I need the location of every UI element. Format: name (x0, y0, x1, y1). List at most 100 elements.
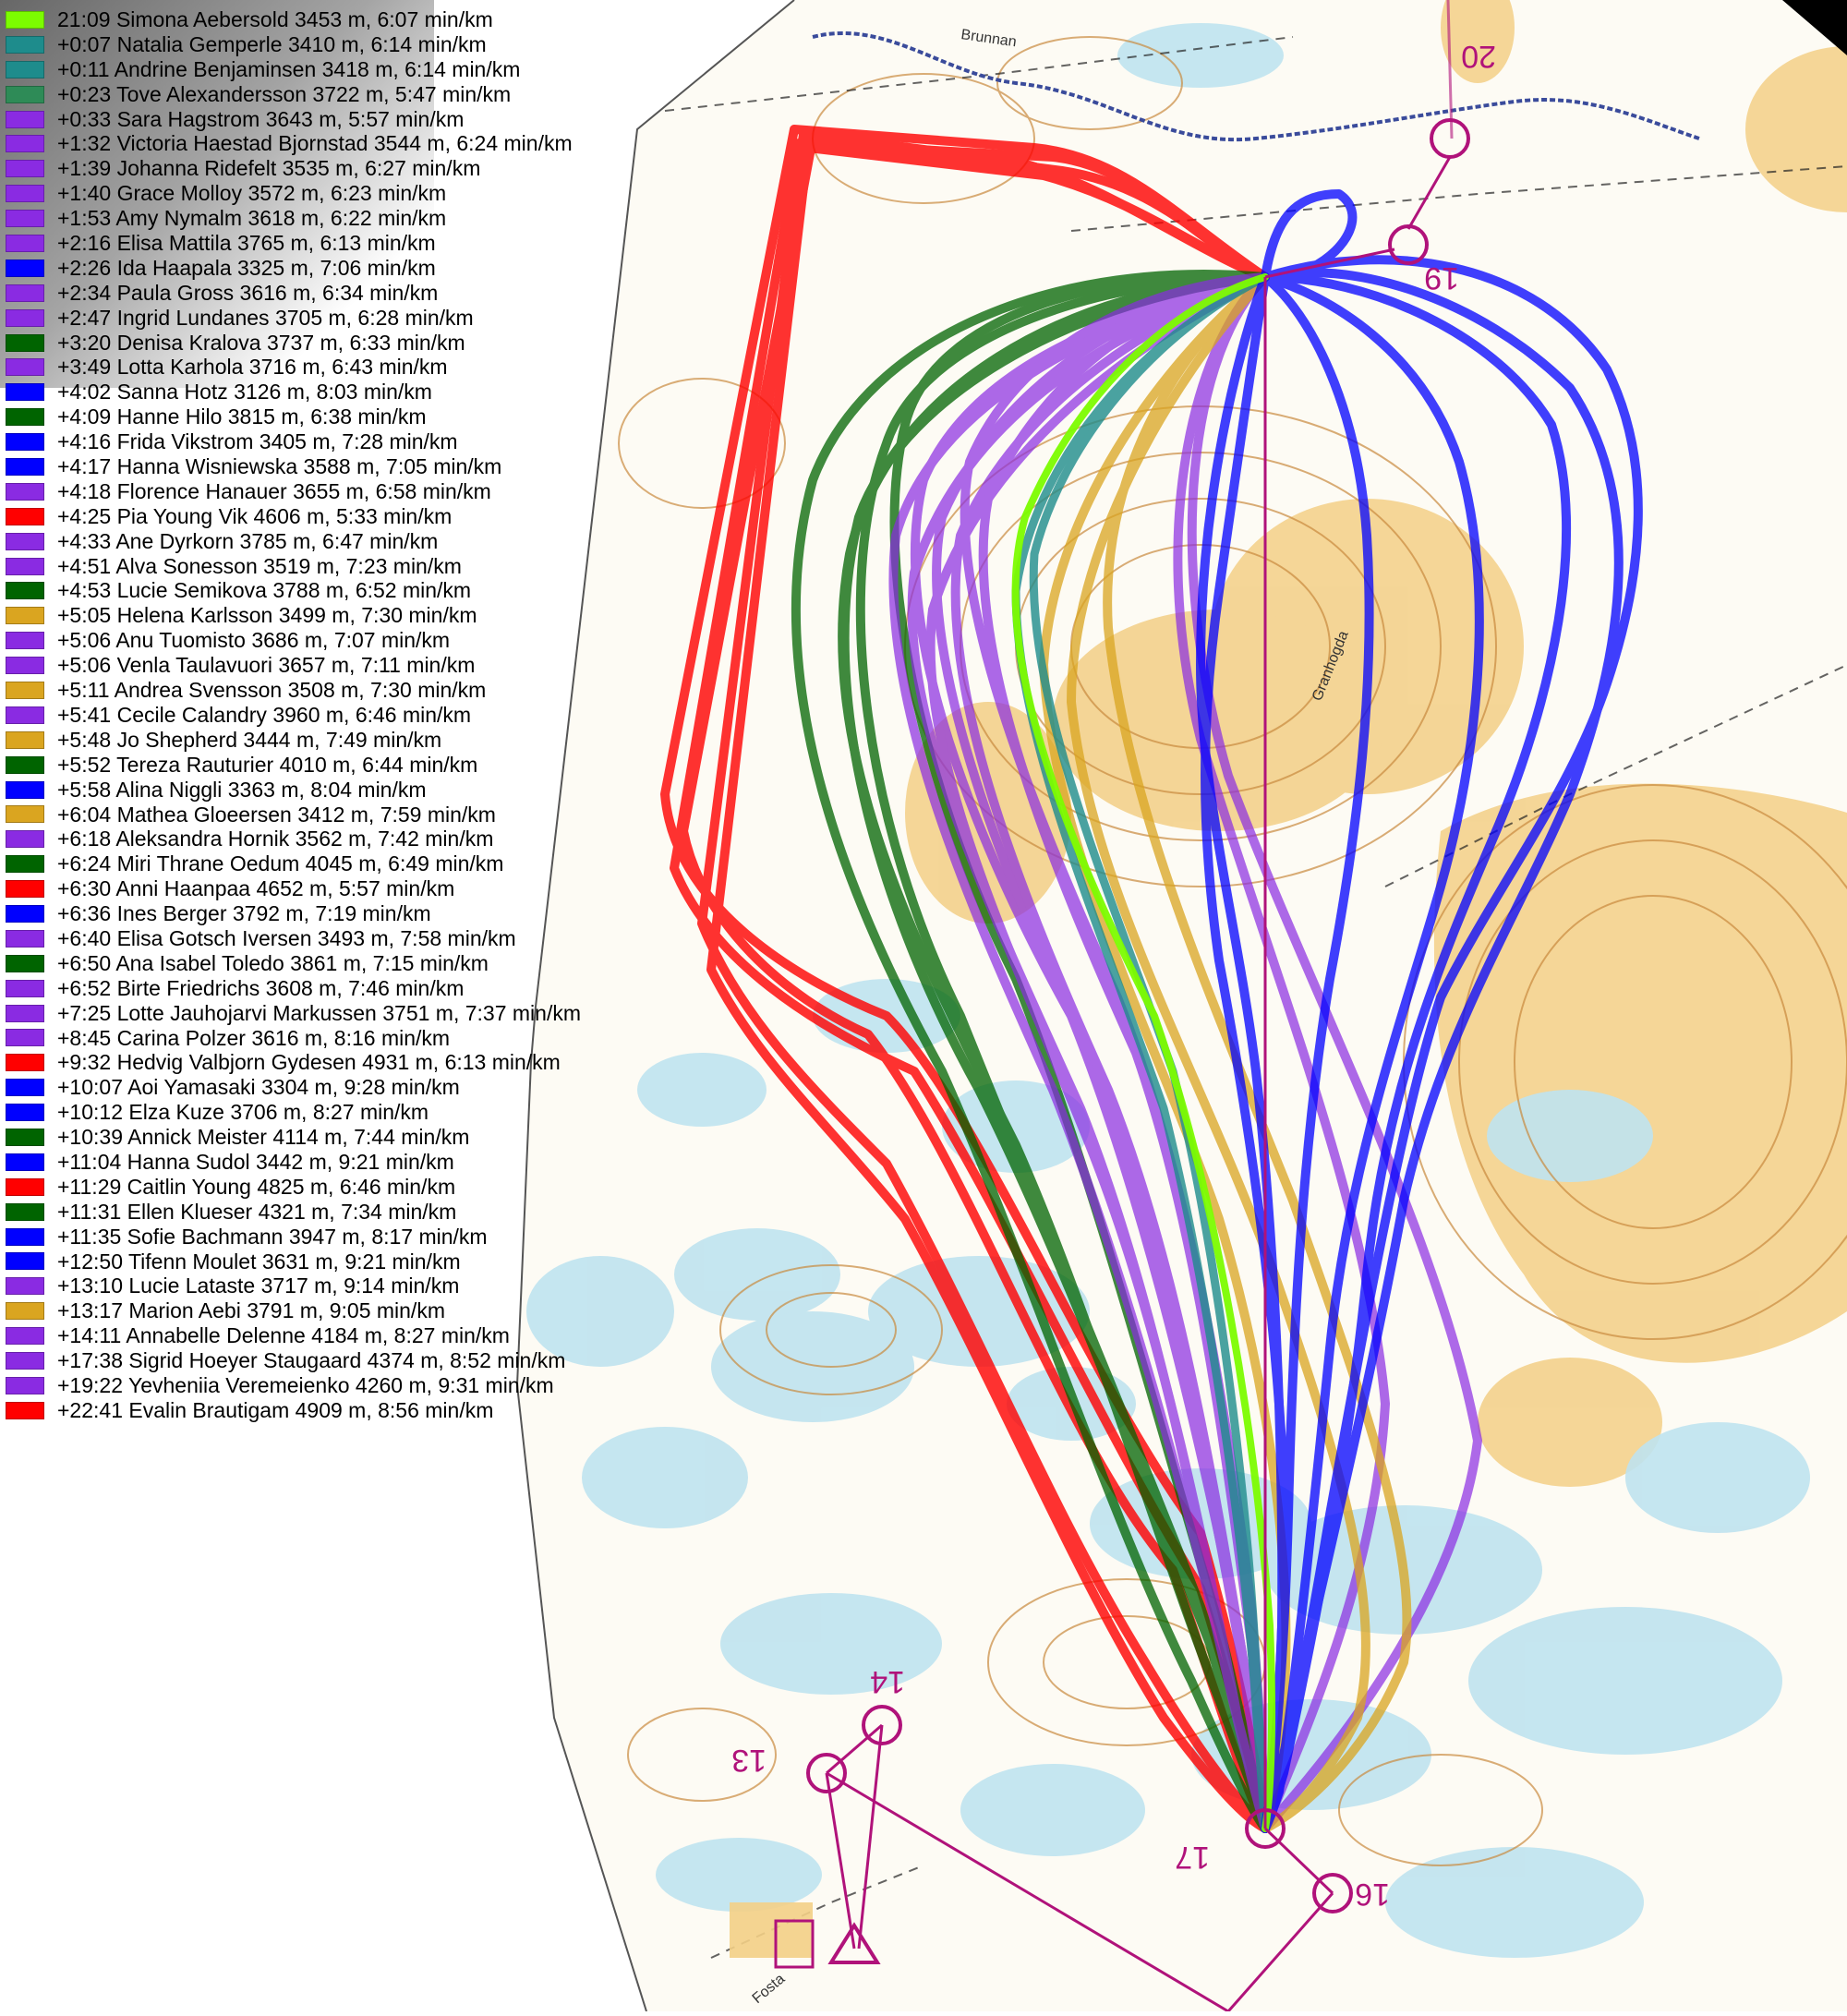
legend-entry[interactable]: +2:47 Ingrid Lundanes 3705 m, 6:28 min/k… (6, 306, 581, 331)
legend-entry[interactable]: +6:30 Anni Haanpaa 4652 m, 5:57 min/km (6, 876, 581, 901)
legend-entry[interactable]: +10:39 Annick Meister 4114 m, 7:44 min/k… (6, 1125, 581, 1150)
legend-entry-text: +17:38 Sigrid Hoeyer Staugaard 4374 m, 8… (57, 1348, 566, 1373)
legend-entry[interactable]: +2:34 Paula Gross 3616 m, 6:34 min/km (6, 281, 581, 306)
legend-entry-text: +5:11 Andrea Svensson 3508 m, 7:30 min/k… (57, 678, 487, 703)
legend-entry[interactable]: +7:25 Lotte Jauhojarvi Markussen 3751 m,… (6, 1001, 581, 1026)
legend-entry-text: +2:16 Elisa Mattila 3765 m, 6:13 min/km (57, 231, 436, 256)
legend-entry[interactable]: +5:48 Jo Shepherd 3444 m, 7:49 min/km (6, 728, 581, 753)
legend-entry[interactable]: +12:50 Tifenn Moulet 3631 m, 9:21 min/km (6, 1249, 581, 1274)
legend-entry[interactable]: +4:16 Frida Vikstrom 3405 m, 7:28 min/km (6, 429, 581, 454)
legend-entry[interactable]: +14:11 Annabelle Delenne 4184 m, 8:27 mi… (6, 1323, 581, 1348)
legend-swatch (6, 1202, 44, 1221)
legend-entry[interactable]: +4:53 Lucie Semikova 3788 m, 6:52 min/km (6, 578, 581, 603)
legend-swatch (6, 60, 44, 78)
legend-entry[interactable]: +1:39 Johanna Ridefelt 3535 m, 6:27 min/… (6, 156, 581, 181)
legend-entry-text: +6:36 Ines Berger 3792 m, 7:19 min/km (57, 901, 431, 926)
control-label-20: 20 (1461, 39, 1496, 74)
legend-swatch (6, 135, 44, 153)
legend-entry[interactable]: +0:33 Sara Hagstrom 3643 m, 5:57 min/km (6, 107, 581, 132)
legend-entry[interactable]: +9:32 Hedvig Valbjorn Gydesen 4931 m, 6:… (6, 1050, 581, 1075)
legend-swatch (6, 706, 44, 724)
legend-entry[interactable]: +6:18 Aleksandra Hornik 3562 m, 7:42 min… (6, 827, 581, 851)
legend-entry[interactable]: +4:02 Sanna Hotz 3126 m, 8:03 min/km (6, 380, 581, 404)
legend-entry[interactable]: +17:38 Sigrid Hoeyer Staugaard 4374 m, 8… (6, 1348, 581, 1373)
legend-swatch (6, 557, 44, 575)
legend-entry[interactable]: +11:04 Hanna Sudol 3442 m, 9:21 min/km (6, 1150, 581, 1175)
legend-entry[interactable]: +11:35 Sofie Bachmann 3947 m, 8:17 min/k… (6, 1225, 581, 1249)
legend-swatch (6, 830, 44, 849)
legend-entry[interactable]: +4:33 Ane Dyrkorn 3785 m, 6:47 min/km (6, 529, 581, 554)
legend-entry[interactable]: +6:36 Ines Berger 3792 m, 7:19 min/km (6, 901, 581, 926)
legend-entry[interactable]: +1:40 Grace Molloy 3572 m, 6:23 min/km (6, 181, 581, 206)
legend-entry[interactable]: +2:16 Elisa Mattila 3765 m, 6:13 min/km (6, 231, 581, 256)
legend-swatch (6, 234, 44, 252)
legend-entry[interactable]: +6:24 Miri Thrane Oedum 4045 m, 6:49 min… (6, 851, 581, 876)
legend-entry[interactable]: +1:32 Victoria Haestad Bjornstad 3544 m,… (6, 131, 581, 156)
legend-entry[interactable]: +8:45 Carina Polzer 3616 m, 8:16 min/km (6, 1026, 581, 1051)
legend-entry[interactable]: +11:31 Ellen Klueser 4321 m, 7:34 min/km (6, 1200, 581, 1225)
legend-entry[interactable]: +6:50 Ana Isabel Toledo 3861 m, 7:15 min… (6, 951, 581, 976)
legend-swatch (6, 755, 44, 774)
legend-entry[interactable]: +6:04 Mathea Gloeersen 3412 m, 7:59 min/… (6, 803, 581, 827)
legend-entry[interactable]: +5:06 Venla Taulavuori 3657 m, 7:11 min/… (6, 653, 581, 678)
legend-entry-text: +19:22 Yevheniia Veremeienko 4260 m, 9:3… (57, 1372, 554, 1397)
legend-swatch (6, 1029, 44, 1047)
corner-mask (1782, 0, 1847, 55)
legend-swatch (6, 1079, 44, 1097)
legend-swatch (6, 1352, 44, 1370)
legend-entry-text: +4:09 Hanne Hilo 3815 m, 6:38 min/km (57, 404, 427, 429)
legend-entry-text: +10:12 Elza Kuze 3706 m, 8:27 min/km (57, 1100, 429, 1125)
legend-entry[interactable]: +2:26 Ida Haapala 3325 m, 7:06 min/km (6, 256, 581, 281)
legend-entry[interactable]: +0:23 Tove Alexandersson 3722 m, 5:47 mi… (6, 82, 581, 107)
legend-entry[interactable]: +3:49 Lotta Karhola 3716 m, 6:43 min/km (6, 355, 581, 380)
legend-swatch (6, 954, 44, 972)
legend-entry-text: +4:17 Hanna Wisniewska 3588 m, 7:05 min/… (57, 454, 502, 479)
legend-entry[interactable]: +4:25 Pia Young Vik 4606 m, 5:33 min/km (6, 504, 581, 529)
legend-entry[interactable]: +5:52 Tereza Rauturier 4010 m, 6:44 min/… (6, 753, 581, 778)
legend-swatch (6, 259, 44, 277)
legend-entry[interactable]: +4:09 Hanne Hilo 3815 m, 6:38 min/km (6, 404, 581, 429)
legend-entry[interactable]: +6:52 Birte Friedrichs 3608 m, 7:46 min/… (6, 976, 581, 1001)
legend-entry[interactable]: +11:29 Caitlin Young 4825 m, 6:46 min/km (6, 1175, 581, 1200)
legend-entry[interactable]: +6:40 Elisa Gotsch Iversen 3493 m, 7:58 … (6, 926, 581, 951)
legend-entry-text: +5:52 Tereza Rauturier 4010 m, 6:44 min/… (57, 752, 478, 777)
legend-entry[interactable]: +5:05 Helena Karlsson 3499 m, 7:30 min/k… (6, 603, 581, 628)
legend-swatch (6, 85, 44, 103)
legend-swatch (6, 855, 44, 874)
legend-entry[interactable]: +1:53 Amy Nymalm 3618 m, 6:22 min/km (6, 206, 581, 231)
legend-swatch (6, 383, 44, 402)
legend-entry-text: +5:41 Cecile Calandry 3960 m, 6:46 min/k… (57, 702, 472, 727)
legend-swatch (6, 35, 44, 54)
legend-swatch (6, 1277, 44, 1296)
legend-entry[interactable]: +5:06 Anu Tuomisto 3686 m, 7:07 min/km (6, 628, 581, 653)
legend-entry[interactable]: +13:10 Lucie Lataste 3717 m, 9:14 min/km (6, 1274, 581, 1298)
legend-entry-text: +0:07 Natalia Gemperle 3410 m, 6:14 min/… (57, 31, 487, 56)
legend-swatch (6, 1153, 44, 1171)
legend-entry[interactable]: +5:11 Andrea Svensson 3508 m, 7:30 min/k… (6, 678, 581, 703)
legend-entry[interactable]: +19:22 Yevheniia Veremeienko 4260 m, 9:3… (6, 1373, 581, 1398)
legend-entry-text: +6:04 Mathea Gloeersen 3412 m, 7:59 min/… (57, 802, 496, 827)
legend-entry-text: +6:52 Birte Friedrichs 3608 m, 7:46 min/… (57, 975, 465, 1000)
legend-entry-text: +6:40 Elisa Gotsch Iversen 3493 m, 7:58 … (57, 925, 516, 950)
legend-entry[interactable]: +22:41 Evalin Brautigam 4909 m, 8:56 min… (6, 1398, 581, 1423)
legend-entry[interactable]: +4:51 Alva Sonesson 3519 m, 7:23 min/km (6, 554, 581, 579)
legend-entry[interactable]: +13:17 Marion Aebi 3791 m, 9:05 min/km (6, 1298, 581, 1323)
legend-entry[interactable]: +4:17 Hanna Wisniewska 3588 m, 7:05 min/… (6, 454, 581, 479)
legend-swatch (6, 1302, 44, 1321)
legend-swatch (6, 880, 44, 899)
legend-entry[interactable]: +5:58 Alina Niggli 3363 m, 8:04 min/km (6, 778, 581, 803)
legend-entry[interactable]: +0:11 Andrine Benjaminsen 3418 m, 6:14 m… (6, 57, 581, 82)
legend-entry[interactable]: +4:18 Florence Hanauer 3655 m, 6:58 min/… (6, 479, 581, 504)
legend-entry[interactable]: 21:09 Simona Aebersold 3453 m, 6:07 min/… (6, 7, 581, 32)
legend-entry[interactable]: +0:07 Natalia Gemperle 3410 m, 6:14 min/… (6, 32, 581, 57)
legend-entry-text: +14:11 Annabelle Delenne 4184 m, 8:27 mi… (57, 1323, 510, 1348)
legend-swatch (6, 284, 44, 302)
legend-entry[interactable]: +10:07 Aoi Yamasaki 3304 m, 9:28 min/km (6, 1075, 581, 1100)
legend-entry[interactable]: +10:12 Elza Kuze 3706 m, 8:27 min/km (6, 1100, 581, 1125)
legend-entry-text: 21:09 Simona Aebersold 3453 m, 6:07 min/… (57, 7, 493, 31)
legend-entry-text: +11:04 Hanna Sudol 3442 m, 9:21 min/km (57, 1149, 454, 1174)
legend-entry-text: +4:53 Lucie Semikova 3788 m, 6:52 min/km (57, 578, 472, 603)
legend-entry[interactable]: +5:41 Cecile Calandry 3960 m, 6:46 min/k… (6, 703, 581, 728)
legend-swatch (6, 457, 44, 476)
legend-entry[interactable]: +3:20 Denisa Kralova 3737 m, 6:33 min/km (6, 331, 581, 356)
